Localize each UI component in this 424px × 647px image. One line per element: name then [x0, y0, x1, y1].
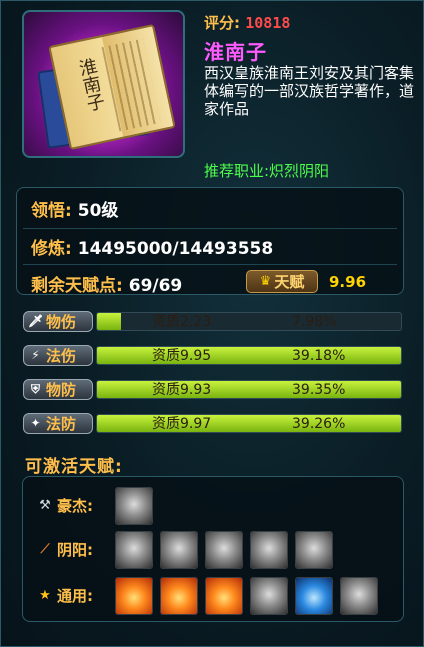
talent-skill-icon[interactable]: [115, 577, 153, 615]
bar-row-magic-defense: ✦ 法防 资质9.97 39.26%: [16, 411, 404, 437]
talent-points-row: 剩余天赋点: 69/69: [31, 271, 182, 296]
cultivation-label: 修炼:: [31, 239, 72, 259]
talent-value: 9.96: [329, 273, 367, 291]
talent-row-label: 通用:: [57, 587, 93, 605]
bar-tag: 🗡 物伤: [23, 311, 93, 332]
bar-quality: 资质2.23: [152, 314, 212, 330]
talent-skill-icon[interactable]: [205, 577, 243, 615]
bar-quality: 资质9.95: [152, 348, 212, 364]
score-value: 10818: [245, 14, 291, 32]
talent-skill-icon[interactable]: [160, 577, 198, 615]
bar-percent: 7.98%: [292, 314, 337, 330]
talent-points-value: 69/69: [128, 276, 183, 296]
talent-skill-icon[interactable]: [250, 531, 288, 569]
bar-row-magic-attack: ⚡ 法伤 资质9.95 39.18%: [16, 343, 404, 369]
recommended-class: 推荐职业:炽烈阴阳: [204, 162, 330, 180]
talent-skill-icon[interactable]: [250, 577, 288, 615]
activatable-talents-title: 可激活天赋:: [25, 457, 123, 477]
bar-percent: 39.35%: [292, 382, 346, 398]
comprehension-label: 领悟:: [31, 201, 72, 221]
bar-track: 资质9.93 39.35%: [96, 380, 402, 399]
score: 评分: 10818: [204, 12, 290, 33]
talent-row-label: 豪杰:: [57, 497, 93, 515]
talent-skill-icon[interactable]: [205, 531, 243, 569]
crown-icon: ♛: [259, 274, 272, 289]
talent-skill-icon[interactable]: [115, 531, 153, 569]
bar-tag: ⚡ 法伤: [23, 345, 93, 366]
sword-icon: 🗡: [28, 314, 44, 328]
lightning-icon: ⚡: [31, 348, 40, 362]
bar-tag: ✦ 法防: [23, 413, 93, 434]
bar-track: 资质2.23 7.98%: [96, 312, 402, 331]
book-item-icon[interactable]: 淮南子: [22, 10, 185, 158]
talent-row-general: ★ 通用:: [23, 577, 403, 615]
shield-icon: ⛨: [30, 382, 40, 396]
bar-track: 资质9.97 39.26%: [96, 414, 402, 433]
staff-icon: ⟋: [40, 541, 50, 557]
bar-track: 资质9.95 39.18%: [96, 346, 402, 365]
comprehension-row: 领悟: 50级: [31, 196, 118, 221]
talent-button[interactable]: ♛ 天赋: [246, 270, 318, 293]
talent-skill-icon[interactable]: [160, 531, 198, 569]
comprehension-value: 50级: [77, 201, 119, 221]
bar-quality: 资质9.93: [152, 382, 212, 398]
bar-row-physical-defense: ⛨ 物防 资质9.93 39.35%: [16, 377, 404, 403]
talent-points-label: 剩余天赋点:: [31, 276, 123, 296]
talent-row-label: 阴阳:: [57, 541, 93, 559]
item-name: 淮南子: [204, 40, 267, 64]
bar-label: 物防: [46, 381, 77, 399]
stats-box: 领悟: 50级 修炼: 14495000/14493558 剩余天赋点: 69/…: [16, 187, 404, 296]
bar-label: 法伤: [46, 347, 77, 365]
star-icon: ★: [39, 587, 51, 603]
bar-label: 物伤: [46, 313, 77, 331]
talent-skill-icon[interactable]: [295, 531, 333, 569]
talent-skill-icon[interactable]: [115, 487, 153, 525]
talent-row-yinyang: ⟋ 阴阳:: [23, 531, 403, 569]
bar-percent: 39.18%: [292, 348, 346, 364]
bar-label: 法防: [46, 415, 77, 433]
axe-icon: ⚒: [39, 497, 51, 513]
divider: [23, 228, 397, 229]
bar-row-physical-attack: 🗡 物伤 资质2.23 7.98%: [16, 309, 404, 335]
bar-tag: ⛨ 物防: [23, 379, 93, 400]
cultivation-value: 14495000/14493558: [77, 239, 274, 259]
talent-skill-icon[interactable]: [340, 577, 378, 615]
cultivation-row: 修炼: 14495000/14493558: [31, 234, 273, 259]
talents-box: ⚒ 豪杰: ⟋ 阴阳: ★ 通用:: [22, 476, 404, 622]
talent-row-haojie: ⚒ 豪杰:: [23, 487, 403, 525]
talent-book-panel: 淮南子 评分: 10818 淮南子 西汉皇族淮南王刘安及其门客集体编写的一部汉族…: [0, 0, 424, 647]
divider: [23, 264, 397, 265]
item-description: 西汉皇族淮南王刘安及其门客集体编写的一部汉族哲学著作，道家作品: [204, 64, 415, 118]
magic-shield-icon: ✦: [30, 416, 41, 430]
talent-button-label: 天赋: [274, 273, 305, 291]
bar-quality: 资质9.97: [152, 416, 212, 432]
bar-percent: 39.26%: [292, 416, 346, 432]
talent-skill-icon[interactable]: [295, 577, 333, 615]
score-label: 评分:: [204, 14, 240, 32]
